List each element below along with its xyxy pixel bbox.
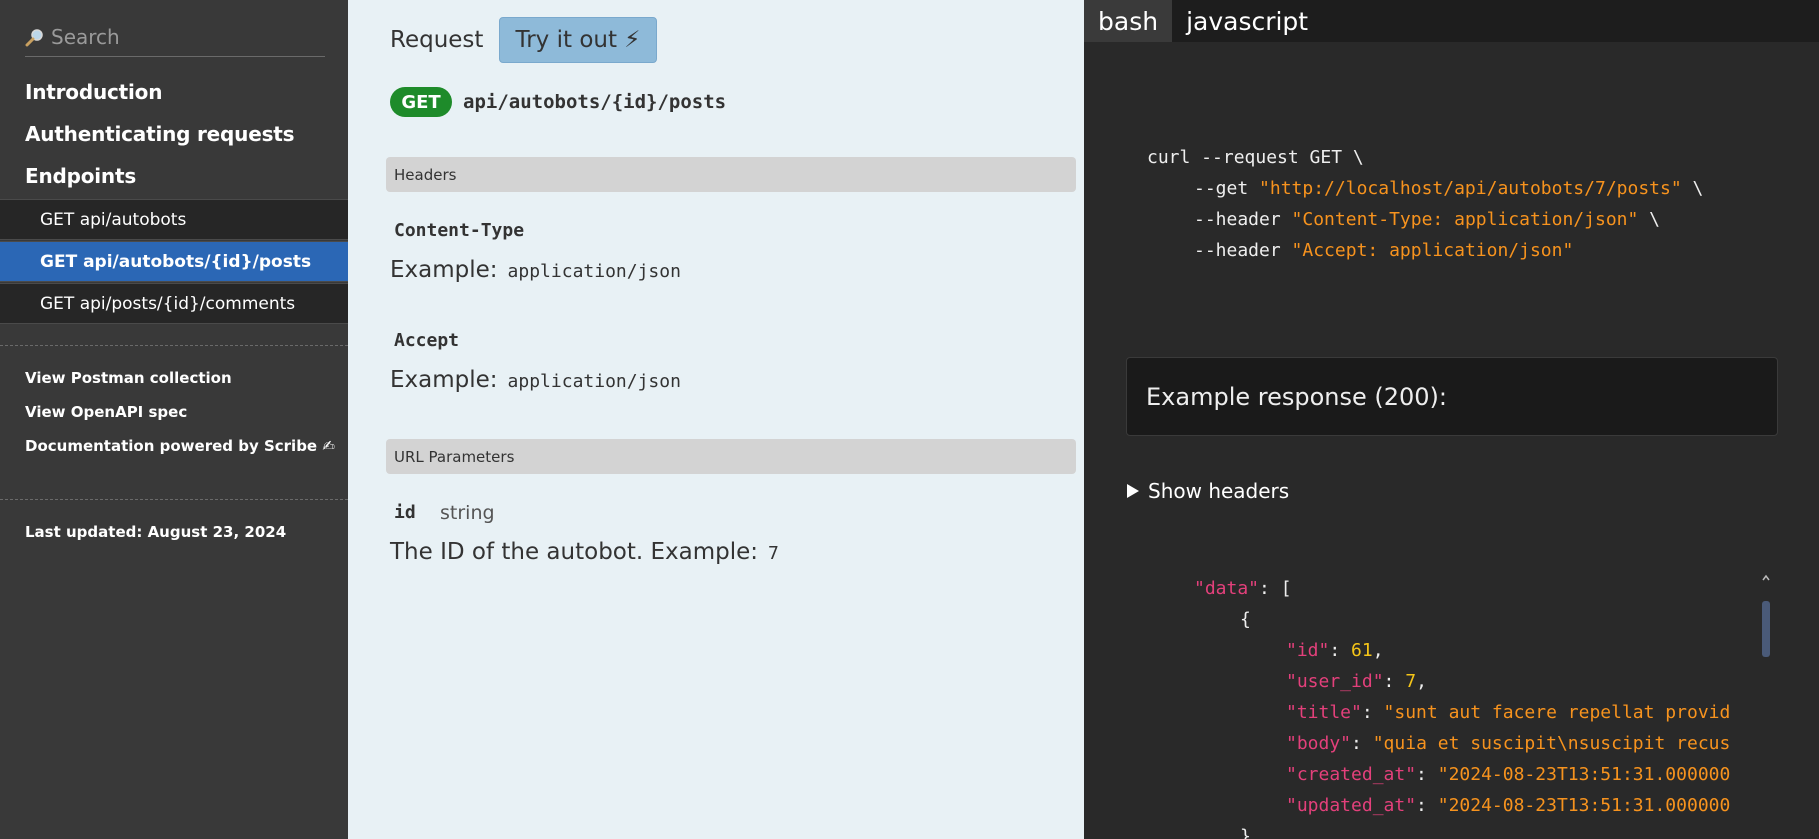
show-headers-label: Show headers — [1148, 479, 1290, 503]
sidebar-item-get-post-comments[interactable]: GET api/posts/{id}/comments — [0, 283, 348, 324]
search-box[interactable] — [25, 18, 325, 57]
json-line: "created_at": "2024-08-23T13:51:31.00000… — [1286, 764, 1731, 785]
toc-endpoints[interactable]: Endpoints — [25, 164, 136, 188]
language-tabs: bash javascript — [1084, 0, 1819, 42]
json-line: "body": "quia et suscipit\nsuscipit recu… — [1286, 733, 1731, 754]
json-line: { — [1240, 609, 1251, 630]
request-url: "http://localhost/api/autobots/7/posts" — [1259, 178, 1682, 199]
param-description-text: The ID of the autobot. Example: — [390, 539, 759, 565]
url-parameters-section-title: URL Parameters — [386, 439, 1076, 474]
toc-introduction[interactable]: Introduction — [25, 80, 162, 104]
header-example: Example: application/json — [390, 367, 681, 393]
search-input[interactable] — [51, 25, 311, 49]
example-value: application/json — [507, 371, 681, 392]
request-title: Request — [390, 27, 484, 53]
flag-header: --header — [1194, 240, 1292, 261]
json-key: "user_id" — [1286, 671, 1384, 692]
example-label: Example: — [390, 257, 498, 283]
json-key: "updated_at" — [1286, 795, 1417, 816]
json-value: "2024-08-23T13:51:31.000000 — [1437, 764, 1731, 785]
scrollbar-thumb[interactable] — [1762, 601, 1770, 657]
json-line: "updated_at": "2024-08-23T13:51:31.00000… — [1286, 795, 1731, 816]
json-value: 7 — [1405, 671, 1417, 692]
header-value: "Accept: application/json" — [1291, 240, 1574, 261]
example-response-title: Example response (200): — [1126, 357, 1778, 436]
curl-line-1: curl --request GET \ — [1147, 147, 1364, 168]
tab-javascript[interactable]: javascript — [1172, 0, 1323, 42]
show-headers-toggle[interactable]: Show headers — [1126, 479, 1289, 503]
param-example-value: 7 — [768, 543, 779, 564]
json-line: "data": [ — [1194, 578, 1292, 599]
json-value: "quia et suscipit\nsuscipit recus — [1372, 733, 1731, 754]
param-description: The ID of the autobot. Example: 7 — [390, 539, 779, 565]
toc-authenticating-requests[interactable]: Authenticating requests — [25, 122, 295, 146]
sidebar: Introduction Authenticating requests End… — [0, 0, 348, 839]
json-line: "title": "sunt aut facere repellat provi… — [1286, 702, 1731, 723]
json-scrollbar[interactable] — [1762, 573, 1770, 839]
json-key: "body" — [1286, 733, 1352, 754]
json-value: "sunt aut facere repellat provid — [1383, 702, 1731, 723]
json-value: "2024-08-23T13:51:31.000000 — [1437, 795, 1731, 816]
curl-line-2: --get "http://localhost/api/autobots/7/p… — [1194, 178, 1703, 199]
triangle-right-icon — [1127, 484, 1139, 498]
link-postman-collection[interactable]: View Postman collection — [25, 369, 232, 387]
method-badge: GET — [390, 87, 452, 117]
divider — [0, 345, 348, 346]
json-key: "data" — [1194, 578, 1260, 599]
json-value: 61 — [1351, 640, 1373, 661]
header-name: Content-Type — [394, 220, 525, 241]
json-punct: : [ — [1259, 578, 1292, 599]
header-value: "Content-Type: application/json" — [1291, 209, 1639, 230]
example-value: application/json — [507, 261, 681, 282]
code-panel: bash javascript curl --request GET \ --g… — [1084, 0, 1819, 839]
json-key: "title" — [1286, 702, 1362, 723]
sidebar-item-get-autobot-posts[interactable]: GET api/autobots/{id}/posts — [0, 241, 348, 282]
param-type: string — [440, 502, 495, 524]
search-icon — [25, 26, 47, 48]
json-line: "user_id": 7, — [1286, 671, 1427, 692]
line-continuation: \ — [1638, 209, 1661, 230]
last-updated: Last updated: August 23, 2024 — [25, 523, 287, 541]
link-openapi-spec[interactable]: View OpenAPI spec — [25, 403, 187, 421]
curl-line-4: --header "Accept: application/json" — [1194, 240, 1573, 261]
json-response: "data": [ { "id": 61, "user_id": 7, "tit… — [1084, 560, 1764, 839]
json-key: "id" — [1286, 640, 1330, 661]
scroll-up-icon[interactable] — [1761, 573, 1771, 583]
json-line: }, — [1240, 826, 1262, 839]
param-name: id — [394, 502, 416, 523]
flag-header: --header — [1194, 209, 1292, 230]
headers-section-title: Headers — [386, 157, 1076, 192]
flag-get: --get — [1194, 178, 1260, 199]
sidebar-item-get-autobots[interactable]: GET api/autobots — [0, 199, 348, 240]
json-line: "id": 61, — [1286, 640, 1384, 661]
link-powered-by-scribe[interactable]: Documentation powered by Scribe ✍ — [25, 437, 335, 455]
json-key: "created_at" — [1286, 764, 1417, 785]
try-it-out-button[interactable]: Try it out ⚡ — [499, 17, 657, 63]
line-continuation: \ — [1681, 178, 1704, 199]
header-name: Accept — [394, 330, 460, 351]
endpoint-path: api/autobots/{id}/posts — [463, 91, 727, 113]
divider — [0, 499, 348, 500]
example-label: Example: — [390, 367, 498, 393]
header-example: Example: application/json — [390, 257, 681, 283]
main-content: Request Try it out ⚡ GET api/autobots/{i… — [348, 0, 1084, 839]
curl-line-3: --header "Content-Type: application/json… — [1194, 209, 1660, 230]
tab-bash[interactable]: bash — [1084, 0, 1173, 42]
